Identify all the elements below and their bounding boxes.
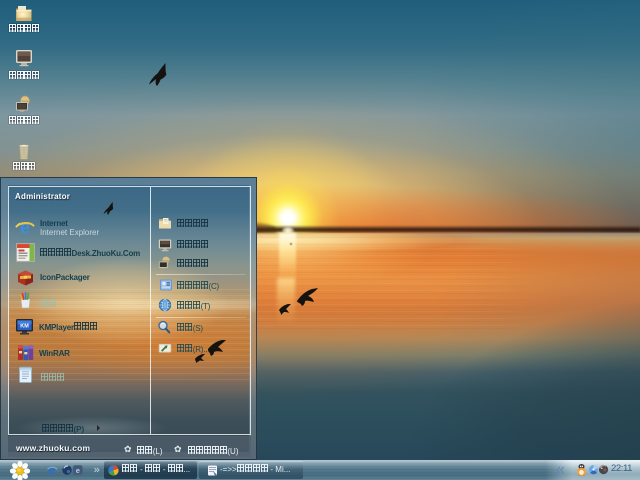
svg-text:e: e — [76, 466, 80, 475]
svg-text:e: e — [48, 463, 55, 477]
